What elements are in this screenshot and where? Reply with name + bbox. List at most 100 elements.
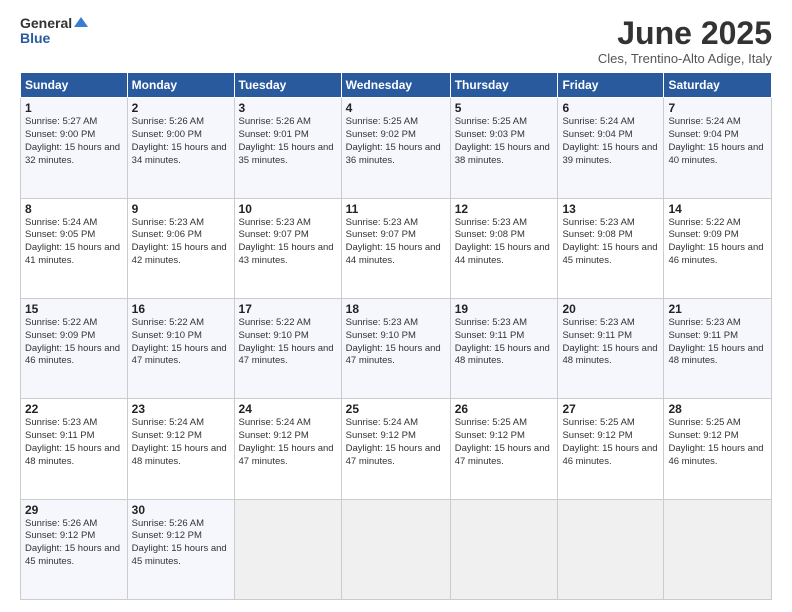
- day-number: 28: [668, 402, 767, 416]
- day-number: 20: [562, 302, 659, 316]
- day-number: 5: [455, 101, 554, 115]
- header: General Blue June 2025 Cles, Trentino-Al…: [20, 16, 772, 66]
- day-number: 26: [455, 402, 554, 416]
- day-number: 21: [668, 302, 767, 316]
- col-tuesday: Tuesday: [234, 73, 341, 98]
- table-row: 13 Sunrise: 5:23 AMSunset: 9:08 PMDaylig…: [558, 198, 664, 298]
- day-number: 15: [25, 302, 123, 316]
- day-detail: Sunrise: 5:23 AMSunset: 9:11 PMDaylight:…: [668, 317, 763, 366]
- table-row: 4 Sunrise: 5:25 AMSunset: 9:02 PMDayligh…: [341, 98, 450, 198]
- table-row: 25 Sunrise: 5:24 AMSunset: 9:12 PMDaylig…: [341, 399, 450, 499]
- day-number: 10: [239, 202, 337, 216]
- day-number: 17: [239, 302, 337, 316]
- table-row: 5 Sunrise: 5:25 AMSunset: 9:03 PMDayligh…: [450, 98, 558, 198]
- main-title: June 2025: [598, 16, 772, 51]
- day-number: 4: [346, 101, 446, 115]
- col-wednesday: Wednesday: [341, 73, 450, 98]
- week-row: 22 Sunrise: 5:23 AMSunset: 9:11 PMDaylig…: [21, 399, 772, 499]
- table-row: [450, 499, 558, 599]
- day-number: 7: [668, 101, 767, 115]
- day-detail: Sunrise: 5:22 AMSunset: 9:10 PMDaylight:…: [132, 317, 227, 366]
- week-row: 1 Sunrise: 5:27 AMSunset: 9:00 PMDayligh…: [21, 98, 772, 198]
- table-row: [558, 499, 664, 599]
- title-block: June 2025 Cles, Trentino-Alto Adige, Ita…: [598, 16, 772, 66]
- page: General Blue June 2025 Cles, Trentino-Al…: [0, 0, 792, 612]
- col-thursday: Thursday: [450, 73, 558, 98]
- day-detail: Sunrise: 5:26 AMSunset: 9:00 PMDaylight:…: [132, 116, 227, 165]
- day-detail: Sunrise: 5:24 AMSunset: 9:05 PMDaylight:…: [25, 217, 120, 266]
- table-row: [341, 499, 450, 599]
- day-detail: Sunrise: 5:23 AMSunset: 9:11 PMDaylight:…: [455, 317, 550, 366]
- day-detail: Sunrise: 5:24 AMSunset: 9:12 PMDaylight:…: [239, 417, 334, 466]
- day-detail: Sunrise: 5:22 AMSunset: 9:09 PMDaylight:…: [25, 317, 120, 366]
- table-row: 2 Sunrise: 5:26 AMSunset: 9:00 PMDayligh…: [127, 98, 234, 198]
- header-row: Sunday Monday Tuesday Wednesday Thursday…: [21, 73, 772, 98]
- table-row: 3 Sunrise: 5:26 AMSunset: 9:01 PMDayligh…: [234, 98, 341, 198]
- week-row: 15 Sunrise: 5:22 AMSunset: 9:09 PMDaylig…: [21, 298, 772, 398]
- table-row: 27 Sunrise: 5:25 AMSunset: 9:12 PMDaylig…: [558, 399, 664, 499]
- day-number: 29: [25, 503, 123, 517]
- day-number: 30: [132, 503, 230, 517]
- col-friday: Friday: [558, 73, 664, 98]
- day-detail: Sunrise: 5:26 AMSunset: 9:01 PMDaylight:…: [239, 116, 334, 165]
- day-number: 25: [346, 402, 446, 416]
- day-number: 18: [346, 302, 446, 316]
- calendar-table: Sunday Monday Tuesday Wednesday Thursday…: [20, 72, 772, 600]
- day-detail: Sunrise: 5:24 AMSunset: 9:04 PMDaylight:…: [562, 116, 657, 165]
- table-row: 1 Sunrise: 5:27 AMSunset: 9:00 PMDayligh…: [21, 98, 128, 198]
- day-number: 2: [132, 101, 230, 115]
- day-number: 14: [668, 202, 767, 216]
- table-row: [234, 499, 341, 599]
- table-row: 18 Sunrise: 5:23 AMSunset: 9:10 PMDaylig…: [341, 298, 450, 398]
- day-detail: Sunrise: 5:23 AMSunset: 9:08 PMDaylight:…: [455, 217, 550, 266]
- table-row: [664, 499, 772, 599]
- day-number: 6: [562, 101, 659, 115]
- table-row: 29 Sunrise: 5:26 AMSunset: 9:12 PMDaylig…: [21, 499, 128, 599]
- day-number: 1: [25, 101, 123, 115]
- day-detail: Sunrise: 5:23 AMSunset: 9:10 PMDaylight:…: [346, 317, 441, 366]
- table-row: 12 Sunrise: 5:23 AMSunset: 9:08 PMDaylig…: [450, 198, 558, 298]
- table-row: 28 Sunrise: 5:25 AMSunset: 9:12 PMDaylig…: [664, 399, 772, 499]
- day-number: 3: [239, 101, 337, 115]
- table-row: 30 Sunrise: 5:26 AMSunset: 9:12 PMDaylig…: [127, 499, 234, 599]
- col-monday: Monday: [127, 73, 234, 98]
- day-detail: Sunrise: 5:24 AMSunset: 9:12 PMDaylight:…: [346, 417, 441, 466]
- week-row: 8 Sunrise: 5:24 AMSunset: 9:05 PMDayligh…: [21, 198, 772, 298]
- day-detail: Sunrise: 5:25 AMSunset: 9:03 PMDaylight:…: [455, 116, 550, 165]
- day-detail: Sunrise: 5:25 AMSunset: 9:12 PMDaylight:…: [562, 417, 657, 466]
- logo: General Blue: [20, 16, 88, 47]
- col-saturday: Saturday: [664, 73, 772, 98]
- day-detail: Sunrise: 5:27 AMSunset: 9:00 PMDaylight:…: [25, 116, 120, 165]
- week-row: 29 Sunrise: 5:26 AMSunset: 9:12 PMDaylig…: [21, 499, 772, 599]
- table-row: 20 Sunrise: 5:23 AMSunset: 9:11 PMDaylig…: [558, 298, 664, 398]
- day-number: 27: [562, 402, 659, 416]
- table-row: 8 Sunrise: 5:24 AMSunset: 9:05 PMDayligh…: [21, 198, 128, 298]
- table-row: 22 Sunrise: 5:23 AMSunset: 9:11 PMDaylig…: [21, 399, 128, 499]
- day-detail: Sunrise: 5:24 AMSunset: 9:04 PMDaylight:…: [668, 116, 763, 165]
- day-number: 12: [455, 202, 554, 216]
- table-row: 19 Sunrise: 5:23 AMSunset: 9:11 PMDaylig…: [450, 298, 558, 398]
- table-row: 24 Sunrise: 5:24 AMSunset: 9:12 PMDaylig…: [234, 399, 341, 499]
- table-row: 6 Sunrise: 5:24 AMSunset: 9:04 PMDayligh…: [558, 98, 664, 198]
- day-detail: Sunrise: 5:26 AMSunset: 9:12 PMDaylight:…: [132, 518, 227, 567]
- day-number: 23: [132, 402, 230, 416]
- table-row: 26 Sunrise: 5:25 AMSunset: 9:12 PMDaylig…: [450, 399, 558, 499]
- table-row: 17 Sunrise: 5:22 AMSunset: 9:10 PMDaylig…: [234, 298, 341, 398]
- table-row: 9 Sunrise: 5:23 AMSunset: 9:06 PMDayligh…: [127, 198, 234, 298]
- day-number: 24: [239, 402, 337, 416]
- day-detail: Sunrise: 5:23 AMSunset: 9:06 PMDaylight:…: [132, 217, 227, 266]
- day-detail: Sunrise: 5:23 AMSunset: 9:11 PMDaylight:…: [562, 317, 657, 366]
- day-detail: Sunrise: 5:23 AMSunset: 9:11 PMDaylight:…: [25, 417, 120, 466]
- day-detail: Sunrise: 5:23 AMSunset: 9:07 PMDaylight:…: [346, 217, 441, 266]
- table-row: 7 Sunrise: 5:24 AMSunset: 9:04 PMDayligh…: [664, 98, 772, 198]
- table-row: 16 Sunrise: 5:22 AMSunset: 9:10 PMDaylig…: [127, 298, 234, 398]
- day-detail: Sunrise: 5:22 AMSunset: 9:09 PMDaylight:…: [668, 217, 763, 266]
- day-number: 19: [455, 302, 554, 316]
- table-row: 14 Sunrise: 5:22 AMSunset: 9:09 PMDaylig…: [664, 198, 772, 298]
- day-number: 13: [562, 202, 659, 216]
- col-sunday: Sunday: [21, 73, 128, 98]
- subtitle: Cles, Trentino-Alto Adige, Italy: [598, 51, 772, 66]
- table-row: 11 Sunrise: 5:23 AMSunset: 9:07 PMDaylig…: [341, 198, 450, 298]
- day-detail: Sunrise: 5:22 AMSunset: 9:10 PMDaylight:…: [239, 317, 334, 366]
- table-row: 15 Sunrise: 5:22 AMSunset: 9:09 PMDaylig…: [21, 298, 128, 398]
